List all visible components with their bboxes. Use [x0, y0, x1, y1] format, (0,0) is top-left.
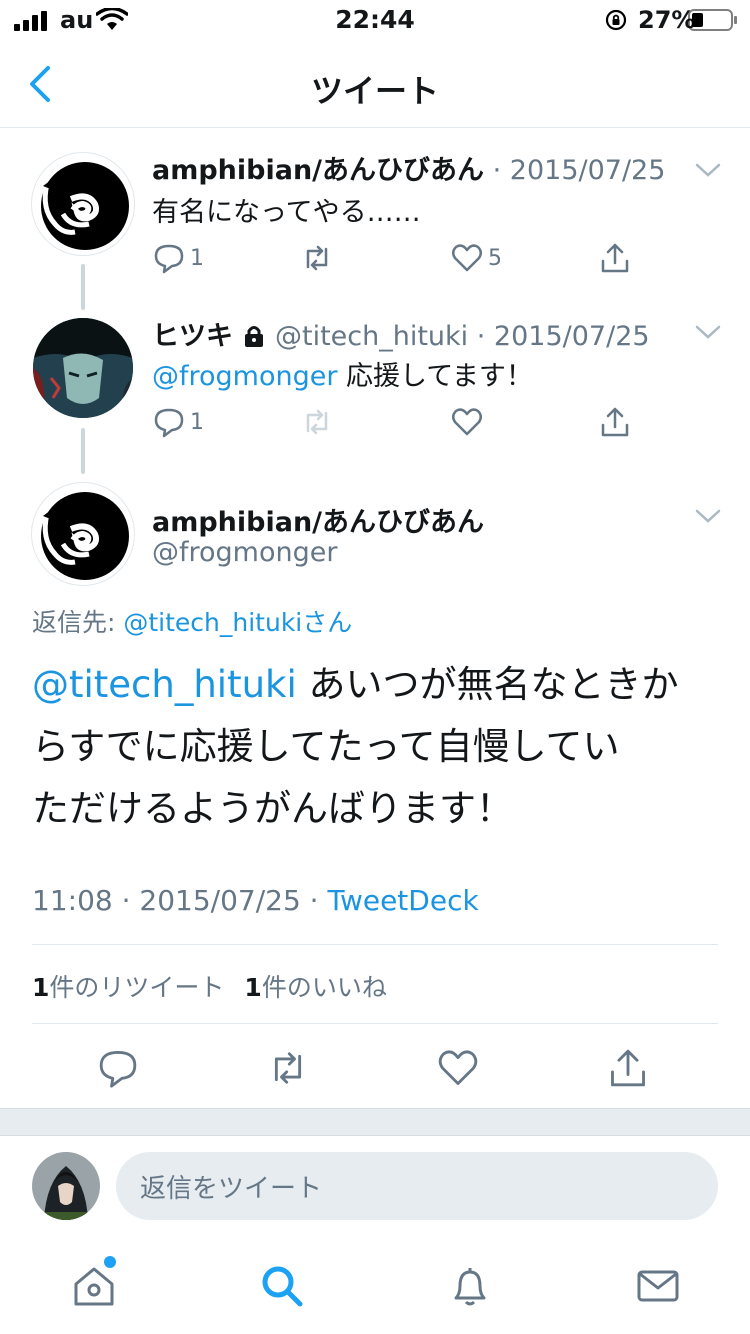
tweet-timestamp: 11:08 · 2015/07/25 · TweetDeck — [32, 884, 479, 917]
like-total: 1 — [244, 973, 262, 1002]
tab-bar — [0, 1240, 750, 1334]
replying-to: 返信先: @titech_hitukiさん — [32, 603, 352, 639]
reply-icon — [154, 408, 184, 438]
avatar-hitsuki[interactable] — [33, 318, 133, 418]
reply-button[interactable]: 1 — [152, 238, 204, 278]
source-link[interactable]: TweetDeck — [327, 884, 478, 917]
engagement-stats: 1件のリツイート 1件のいいね — [32, 968, 387, 1004]
retweet-icon — [306, 245, 328, 271]
tweet-line: @titech_hituki あいつが無名なときか — [32, 654, 722, 716]
avatar-amphibian[interactable] — [33, 484, 133, 584]
notifications-icon — [454, 1268, 486, 1306]
tweet-text: @frogmonger 応援してます！ — [152, 354, 533, 393]
reply-button[interactable]: 1 — [152, 402, 204, 442]
thread-connector — [81, 428, 85, 474]
reply-button[interactable] — [96, 1046, 140, 1090]
tweet-line-1: あいつが無名なときか — [296, 663, 679, 706]
battery-percent: 27% — [638, 6, 696, 34]
likes-stat[interactable]: 1件のいいね — [244, 973, 386, 1002]
frog-logo-icon — [41, 162, 129, 250]
battery-icon — [688, 9, 737, 31]
reply-count: 1 — [190, 245, 204, 271]
retweet-button-disabled — [300, 402, 334, 442]
retweet-icon — [306, 409, 328, 435]
tweet-menu-chevron-icon[interactable] — [694, 160, 722, 180]
mention-link[interactable]: @frogmonger — [152, 361, 337, 392]
lock-icon — [245, 326, 264, 347]
like-icon — [438, 1050, 478, 1085]
divider — [32, 1023, 718, 1024]
anime-avatar-icon — [33, 318, 133, 418]
share-button[interactable] — [598, 402, 632, 442]
tweet-author[interactable]: ヒツキ @titech_hituki · 2015/07/25 — [152, 314, 650, 353]
main-author-handle[interactable]: @frogmonger — [152, 537, 337, 568]
retweet-button[interactable] — [300, 238, 338, 278]
like-label: 件のいいね — [261, 973, 387, 1002]
retweet-button[interactable] — [266, 1046, 310, 1090]
share-icon — [601, 407, 629, 437]
like-count: 5 — [488, 245, 502, 271]
new-content-indicator — [104, 1256, 116, 1268]
frog-logo-icon — [41, 492, 129, 580]
author-name: amphibian/あんひびあん — [152, 155, 485, 186]
reply-to-user-link[interactable]: @titech_hitukiさん — [123, 608, 352, 637]
rotation-lock-icon — [605, 9, 627, 31]
navigation-bar: ツイート — [0, 40, 750, 128]
tweet-meta: @titech_hituki · 2015/07/25 — [266, 321, 650, 352]
reply-count: 1 — [190, 409, 204, 435]
home-icon — [74, 1267, 114, 1306]
tab-home[interactable] — [70, 1262, 118, 1310]
timestamp-text: 11:08 · 2015/07/25 · — [32, 884, 328, 917]
page-title: ツイート — [310, 72, 439, 110]
reply-to-label: 返信先: — [32, 608, 124, 637]
share-button[interactable] — [598, 238, 632, 278]
tab-search[interactable] — [258, 1262, 306, 1310]
messages-icon — [637, 1270, 679, 1302]
retweets-stat[interactable]: 1件のリツイート — [32, 973, 224, 1002]
like-icon — [452, 244, 482, 272]
tweet-meta: · 2015/07/25 — [484, 155, 666, 186]
author-name: ヒツキ — [152, 321, 233, 352]
main-author-name[interactable]: amphibian/あんひびあん — [152, 500, 484, 539]
tab-notifications[interactable] — [446, 1262, 494, 1310]
mention-link[interactable]: @titech_hituki — [32, 663, 297, 706]
like-button[interactable] — [436, 1046, 480, 1090]
thread-connector — [81, 264, 85, 310]
tweet-menu-chevron-icon[interactable] — [694, 506, 722, 526]
tweet-line-3: ただけるようがんばります！ — [32, 787, 513, 830]
retweet-label: 件のリツイート — [49, 973, 225, 1002]
share-icon — [611, 1049, 645, 1087]
like-button[interactable]: 5 — [450, 238, 502, 278]
tweet-body: 応援してます！ — [337, 361, 533, 392]
like-icon — [452, 408, 482, 436]
main-tweet-text: @titech_hituki あいつが無名なときか らすでに応援してたって自慢し… — [32, 654, 722, 840]
user-avatar[interactable] — [32, 1152, 100, 1220]
tweet-text: 有名になってやる…… — [152, 197, 421, 228]
retweet-total: 1 — [32, 973, 50, 1002]
tab-messages[interactable] — [634, 1262, 682, 1310]
tweet-author[interactable]: amphibian/あんひびあん · 2015/07/25 — [152, 148, 665, 187]
retweet-icon — [274, 1052, 302, 1084]
status-bar: au 22:44 27% — [0, 0, 750, 40]
reply-icon — [154, 244, 184, 274]
user-avatar-icon — [32, 1152, 100, 1220]
share-icon — [601, 243, 629, 273]
tweet-line-2: らすでに応援してたって自慢してい — [32, 725, 620, 768]
share-button[interactable] — [606, 1046, 650, 1090]
reply-icon — [99, 1051, 137, 1088]
tweet-menu-chevron-icon[interactable] — [694, 322, 722, 342]
like-button[interactable] — [450, 402, 484, 442]
search-icon — [262, 1266, 303, 1307]
divider — [32, 944, 718, 945]
avatar-amphibian[interactable] — [33, 154, 133, 254]
reply-input[interactable]: 返信をツイート — [116, 1152, 718, 1220]
section-separator — [0, 1108, 750, 1136]
